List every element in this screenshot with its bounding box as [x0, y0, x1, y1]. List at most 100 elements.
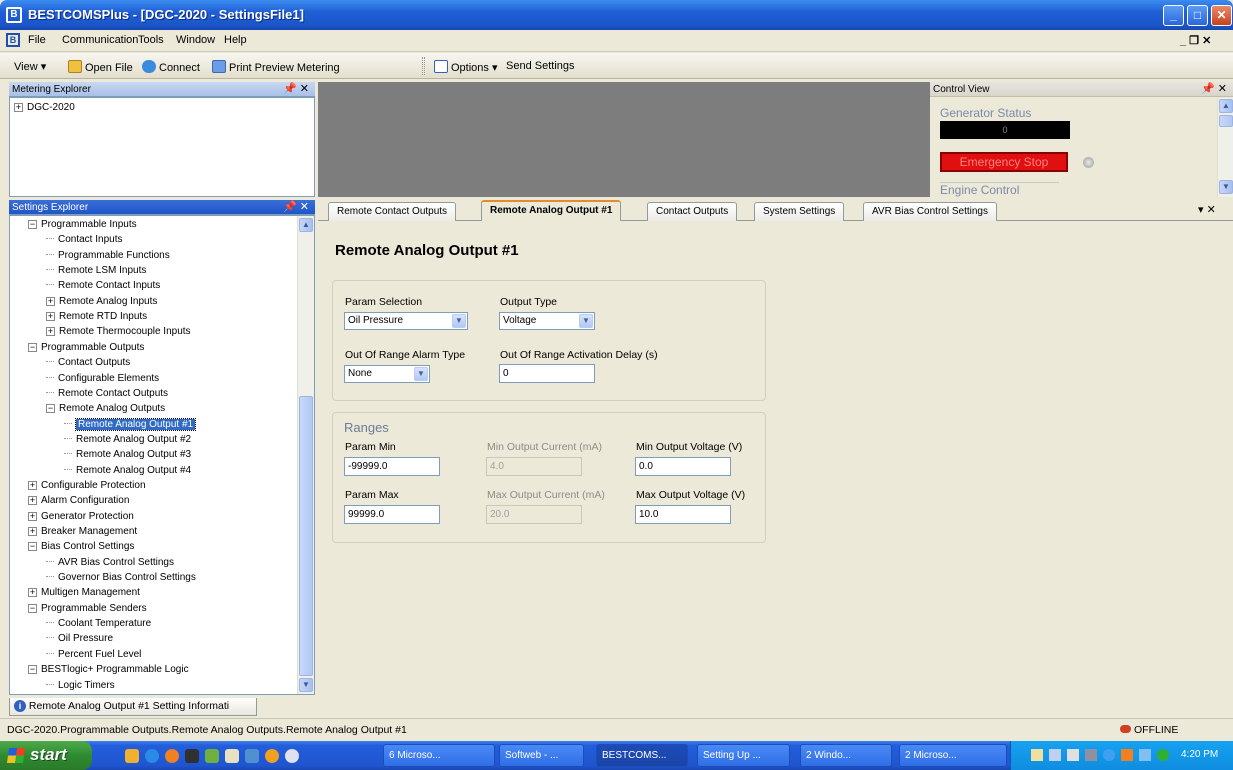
tree-item-remote-analog-output-1[interactable]: Remote Analog Output #1: [64, 417, 197, 431]
tree-item-remote-contact-outputs[interactable]: Remote Contact Outputs: [46, 387, 168, 400]
expand-icon[interactable]: +: [28, 588, 37, 598]
menu-communication[interactable]: Communication: [62, 34, 138, 46]
tree-item-contact-inputs[interactable]: Contact Inputs: [46, 233, 122, 246]
chevron-down-icon[interactable]: ▼: [452, 314, 466, 328]
tree-item-coolant-temperature[interactable]: Coolant Temperature: [46, 617, 151, 630]
tree-item-remote-analog-output-3[interactable]: Remote Analog Output #3: [64, 448, 191, 461]
tree-item-bestlogic-programmable-logic[interactable]: − BESTlogic+ Programmable Logic: [28, 663, 189, 676]
settings-tree-scrollbar[interactable]: ▲ ▼: [297, 216, 314, 694]
tab-remote-contact-outputs[interactable]: Remote Contact Outputs: [328, 202, 457, 221]
tree-item-governor-bias-control-settings[interactable]: Governor Bias Control Settings: [46, 571, 196, 584]
quicklaunch-icon[interactable]: [125, 749, 139, 763]
tree-item-programmable-outputs[interactable]: − Programmable Outputs: [28, 341, 144, 354]
open-file-button[interactable]: Open File: [68, 60, 133, 74]
tray-icon[interactable]: [1103, 749, 1115, 761]
collapse-icon[interactable]: −: [28, 342, 37, 352]
browser-icon[interactable]: [145, 749, 159, 763]
tree-item-oil-pressure[interactable]: Oil Pressure: [46, 632, 113, 645]
panel-pin-close-icons[interactable]: 📌 ✕: [1201, 82, 1227, 97]
scroll-thumb[interactable]: [299, 396, 313, 676]
expand-icon[interactable]: +: [28, 511, 37, 521]
oor-activation-delay-input[interactable]: 0: [499, 364, 595, 383]
menu-file[interactable]: File: [28, 34, 46, 46]
oor-alarm-type-dropdown[interactable]: None ▼: [344, 365, 430, 383]
print-preview-button[interactable]: Print Preview Metering: [212, 60, 340, 74]
collapse-icon[interactable]: −: [28, 603, 37, 613]
scroll-up-icon[interactable]: ▲: [1219, 99, 1233, 113]
tree-item-remote-rtd-inputs[interactable]: + Remote RTD Inputs: [46, 310, 147, 323]
tab-strip-controls[interactable]: ▾ ✕: [1198, 203, 1216, 216]
tree-item-programmable-senders[interactable]: − Programmable Senders: [28, 602, 147, 615]
emergency-stop-button[interactable]: Emergency Stop: [940, 152, 1068, 172]
quicklaunch-icon[interactable]: [205, 749, 219, 763]
tree-item-remote-lsm-inputs[interactable]: Remote LSM Inputs: [46, 264, 146, 277]
collapse-icon[interactable]: −: [28, 220, 37, 229]
quicklaunch-icon[interactable]: [285, 749, 299, 763]
tree-item-programmable-functions[interactable]: Programmable Functions: [46, 249, 170, 262]
quicklaunch-icon[interactable]: [245, 749, 259, 763]
tree-item-dgc-2020[interactable]: + DGC-2020: [14, 101, 75, 114]
expand-icon[interactable]: +: [28, 496, 37, 506]
expand-icon[interactable]: +: [28, 527, 37, 536]
tree-item-breaker-management[interactable]: + Breaker Management: [28, 525, 137, 538]
control-view-scrollbar[interactable]: ▲ ▼: [1217, 98, 1233, 197]
collapse-icon[interactable]: −: [28, 542, 37, 552]
chevron-down-icon[interactable]: ▼: [414, 367, 428, 381]
scroll-down-icon[interactable]: ▼: [1219, 180, 1233, 194]
tab-avr-bias-control-settings[interactable]: AVR Bias Control Settings: [863, 202, 997, 221]
chevron-down-icon[interactable]: ▼: [579, 314, 593, 328]
quicklaunch-icon[interactable]: [265, 749, 279, 763]
tray-icon[interactable]: [1085, 749, 1097, 761]
taskbar-item-microsoft-2[interactable]: 2 Microso...: [899, 744, 1007, 767]
tab-contact-outputs[interactable]: Contact Outputs: [647, 202, 738, 221]
tree-item-bias-control-settings[interactable]: − Bias Control Settings: [28, 540, 134, 553]
expand-icon[interactable]: +: [46, 312, 55, 322]
tree-item-remote-analog-outputs[interactable]: − Remote Analog Outputs: [46, 402, 165, 415]
tree-item-remote-analog-output-2[interactable]: Remote Analog Output #2: [64, 433, 191, 446]
options-button[interactable]: Options ▾: [434, 60, 498, 74]
taskbar-item-bestcoms[interactable]: BESTCOMS...: [596, 744, 688, 767]
param-min-input[interactable]: -99999.0: [344, 457, 440, 476]
taskbar-item-softweb[interactable]: Softweb - ...: [499, 744, 584, 767]
tab-remote-analog-output-1[interactable]: Remote Analog Output #1: [481, 200, 622, 221]
tray-icon[interactable]: [1031, 749, 1043, 761]
tree-item-avr-bias-control-settings[interactable]: AVR Bias Control Settings: [46, 556, 174, 569]
menu-window[interactable]: Window: [176, 34, 215, 46]
tree-item-remote-analog-output-4[interactable]: Remote Analog Output #4: [64, 464, 191, 477]
menu-help[interactable]: Help: [224, 34, 247, 46]
panel-pin-close-icons[interactable]: 📌 ✕: [283, 82, 309, 97]
connect-button[interactable]: Connect: [142, 60, 200, 74]
close-button[interactable]: ✕: [1211, 5, 1232, 26]
menu-tools[interactable]: Tools: [138, 34, 164, 46]
max-output-voltage-input[interactable]: 10.0: [635, 505, 731, 524]
expand-icon[interactable]: +: [14, 103, 23, 112]
tray-icon[interactable]: [1139, 749, 1151, 761]
send-settings-button[interactable]: Send Settings: [506, 60, 575, 72]
output-type-dropdown[interactable]: Voltage ▼: [499, 312, 595, 330]
expand-icon[interactable]: +: [46, 327, 55, 337]
tree-item-percent-fuel-level[interactable]: Percent Fuel Level: [46, 648, 141, 661]
tree-item-remote-contact-inputs[interactable]: Remote Contact Inputs: [46, 279, 160, 292]
taskbar-item-setting-up[interactable]: Setting Up ...: [697, 744, 790, 767]
tree-item-generator-protection[interactable]: + Generator Protection: [28, 510, 134, 523]
tree-item-alarm-configuration[interactable]: + Alarm Configuration: [28, 494, 129, 507]
tree-item-remote-thermocouple-inputs[interactable]: + Remote Thermocouple Inputs: [46, 325, 191, 338]
tree-item-remote-analog-inputs[interactable]: + Remote Analog Inputs: [46, 295, 157, 308]
tree-item-logic-timers[interactable]: Logic Timers: [46, 679, 115, 692]
scroll-down-icon[interactable]: ▼: [299, 678, 313, 692]
tray-icon[interactable]: [1049, 749, 1061, 761]
taskbar-item-microsoft[interactable]: 6 Microso...: [383, 744, 495, 767]
tree-item-contact-outputs[interactable]: Contact Outputs: [46, 356, 130, 369]
quicklaunch-icon[interactable]: [185, 749, 199, 763]
maximize-button[interactable]: □: [1187, 5, 1208, 26]
tree-item-programmable-inputs[interactable]: − Programmable Inputs: [28, 218, 137, 231]
panel-pin-close-icons[interactable]: 📌 ✕: [283, 200, 309, 215]
expand-icon[interactable]: +: [46, 296, 55, 306]
tree-item-configurable-protection[interactable]: + Configurable Protection: [28, 479, 146, 492]
collapse-icon[interactable]: −: [28, 665, 37, 675]
mdi-window-controls[interactable]: _ ❐ ✕: [1180, 34, 1211, 47]
tray-icon[interactable]: [1157, 749, 1169, 761]
quicklaunch-icon[interactable]: [225, 749, 239, 763]
taskbar-item-windows-explorer[interactable]: 2 Windo...: [800, 744, 892, 767]
setting-information-tab[interactable]: i Remote Analog Output #1 Setting Inform…: [9, 698, 257, 716]
